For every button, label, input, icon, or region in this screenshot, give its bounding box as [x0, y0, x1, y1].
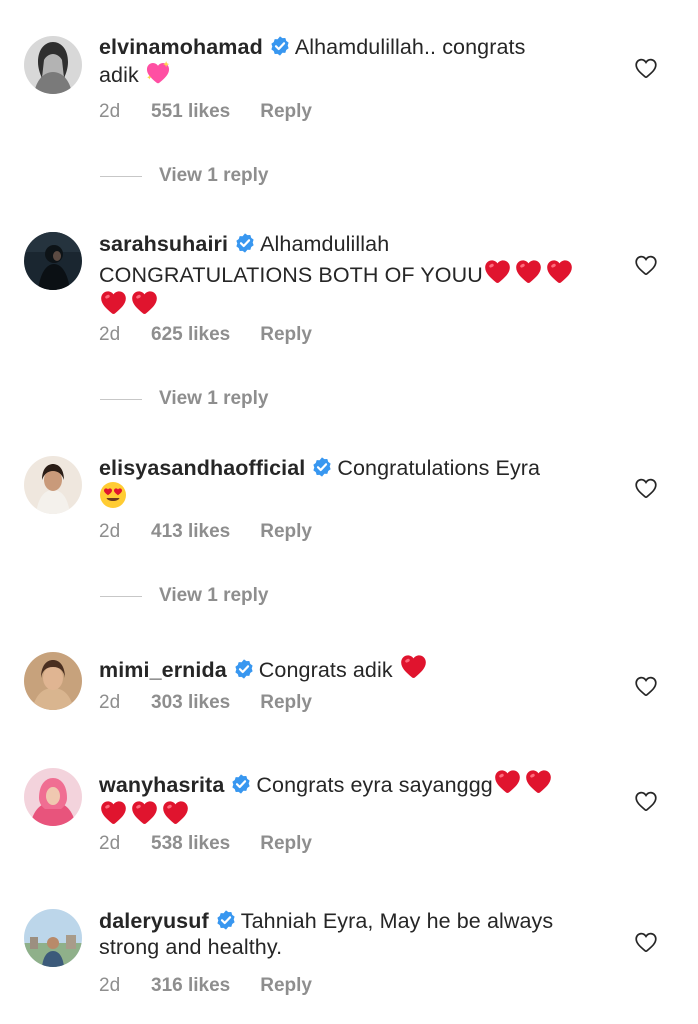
red-heart-emoji [161, 798, 190, 827]
comment-body: Alhamdulillah [260, 232, 390, 256]
avatar[interactable] [24, 768, 82, 826]
comment-body: Alhamdulillah.. congrats [294, 35, 526, 59]
comment-body: CONGRATULATIONS BOTH OF YOUU [99, 263, 483, 287]
view-replies-label: View 1 reply [159, 585, 269, 606]
reply-button[interactable]: Reply [260, 692, 312, 714]
comment-username[interactable]: elisyasandhaofficial [99, 456, 305, 480]
comment-meta: 2d 551 likes Reply [99, 101, 312, 123]
comment-username[interactable]: sarahsuhairi [99, 232, 228, 256]
heart-outline-icon[interactable] [634, 931, 658, 953]
comment-likes[interactable]: 551 likes [151, 101, 230, 123]
comment-likes[interactable]: 303 likes [151, 692, 230, 714]
comment-time: 2d [99, 324, 121, 345]
heart-outline-icon[interactable] [634, 675, 658, 697]
comment-likes[interactable]: 413 likes [151, 521, 230, 543]
avatar[interactable] [24, 909, 82, 967]
heart-outline-icon[interactable] [634, 57, 658, 79]
comment-text: elvinamohamad Alhamdulillah.. congrats ad… [99, 34, 599, 88]
comment-username[interactable]: wanyhasrita [99, 773, 224, 797]
heart-outline-icon[interactable] [634, 477, 658, 499]
red-heart-emoji [545, 257, 574, 286]
avatar[interactable] [24, 232, 82, 290]
red-heart-emoji [493, 767, 522, 796]
comment-body: adik [99, 63, 139, 87]
verified-badge-icon [215, 909, 237, 931]
comment-likes[interactable]: 538 likes [151, 833, 230, 855]
reply-button[interactable]: Reply [260, 833, 312, 855]
reply-button[interactable]: Reply [260, 324, 312, 346]
sparkling-heart-emoji [146, 61, 170, 84]
comment-body: Tahniah Eyra, May he be always [240, 909, 554, 933]
red-heart-emoji [399, 652, 428, 681]
avatar[interactable] [24, 456, 82, 514]
view-replies-label: View 1 reply [159, 165, 269, 186]
verified-badge-icon [234, 232, 256, 254]
comment-text: mimi_ernida Congrats adik [99, 652, 599, 683]
comment-text: wanyhasrita Congrats eyra sayanggg [99, 767, 599, 829]
comment-time: 2d [99, 975, 121, 996]
red-heart-emoji [99, 798, 128, 827]
comment-body: Congrats eyra sayanggg [256, 773, 493, 797]
reply-button[interactable]: Reply [260, 101, 312, 123]
verified-badge-icon [311, 456, 333, 478]
red-heart-emoji [130, 288, 159, 317]
comment-text: elisyasandhaofficial Congratulations Eyra [99, 455, 599, 511]
divider [100, 398, 142, 400]
comment-meta: 2d 303 likes Reply [99, 692, 312, 714]
comment-body: Congrats adik [258, 658, 393, 682]
red-heart-emoji [524, 767, 553, 796]
verified-badge-icon [269, 35, 291, 57]
comment-meta: 2d 538 likes Reply [99, 833, 312, 855]
reply-button[interactable]: Reply [260, 521, 312, 543]
divider [100, 595, 142, 597]
comment-time: 2d [99, 692, 121, 713]
divider [100, 175, 142, 177]
avatar[interactable] [24, 652, 82, 710]
reply-button[interactable]: Reply [260, 975, 312, 997]
comment-username[interactable]: mimi_ernida [99, 658, 227, 682]
view-replies-button[interactable]: View 1 reply [100, 387, 269, 411]
comment-time: 2d [99, 101, 121, 122]
comment-time: 2d [99, 833, 121, 854]
comment-meta: 2d 413 likes Reply [99, 521, 312, 543]
verified-badge-icon [233, 658, 255, 680]
comment-username[interactable]: elvinamohamad [99, 35, 263, 59]
heart-outline-icon[interactable] [634, 790, 658, 812]
red-heart-emoji [99, 288, 128, 317]
view-replies-button[interactable]: View 1 reply [100, 164, 269, 188]
heart-eyes-emoji [100, 482, 126, 508]
red-heart-emoji [514, 257, 543, 286]
comment-meta: 2d 316 likes Reply [99, 975, 312, 997]
avatar[interactable] [24, 36, 82, 94]
comment-username[interactable]: daleryusuf [99, 909, 209, 933]
verified-badge-icon [230, 773, 252, 795]
comment-likes[interactable]: 316 likes [151, 975, 230, 997]
comment-likes[interactable]: 625 likes [151, 324, 230, 346]
comment-text: sarahsuhairi Alhamdulillah CONGRATULATION… [99, 231, 599, 319]
view-replies-button[interactable]: View 1 reply [100, 584, 269, 608]
comment-body: strong and healthy. [99, 935, 283, 959]
comment-meta: 2d 625 likes Reply [99, 324, 312, 346]
comment-body: Congratulations Eyra [337, 456, 541, 480]
red-heart-emoji [483, 257, 512, 286]
comment-time: 2d [99, 521, 121, 542]
view-replies-label: View 1 reply [159, 388, 269, 409]
heart-outline-icon[interactable] [634, 254, 658, 276]
comment-text: daleryusuf Tahniah Eyra, May he be always… [99, 908, 599, 960]
red-heart-emoji [130, 798, 159, 827]
